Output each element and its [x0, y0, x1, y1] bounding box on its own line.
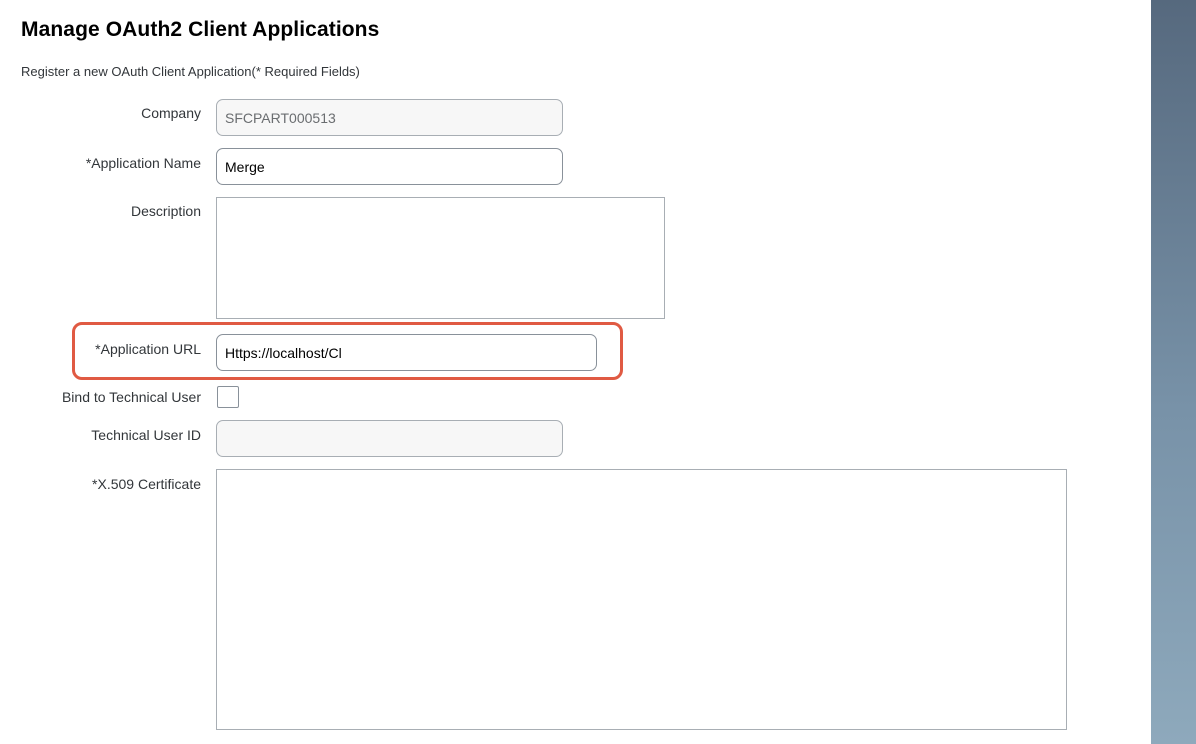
bind-technical-user-label: Bind to Technical User — [61, 389, 201, 405]
application-url-input[interactable] — [216, 334, 597, 371]
technical-user-id-input[interactable] — [216, 420, 563, 457]
certificate-label: *X.509 Certificate — [92, 476, 201, 492]
background-side-panel — [1151, 0, 1196, 744]
application-name-input[interactable] — [216, 148, 563, 185]
company-label: Company — [141, 105, 201, 121]
company-input[interactable] — [216, 99, 563, 136]
description-textarea[interactable] — [216, 197, 665, 319]
application-name-label: *Application Name — [85, 155, 201, 171]
application-url-label: *Application URL — [95, 341, 201, 357]
description-label: Description — [130, 203, 201, 219]
page-subtitle: Register a new OAuth Client Application(… — [21, 64, 360, 79]
technical-user-id-label: Technical User ID — [91, 427, 201, 443]
certificate-textarea[interactable] — [216, 469, 1067, 730]
bind-technical-user-checkbox[interactable] — [217, 386, 239, 408]
page-title: Manage OAuth2 Client Applications — [21, 18, 380, 41]
